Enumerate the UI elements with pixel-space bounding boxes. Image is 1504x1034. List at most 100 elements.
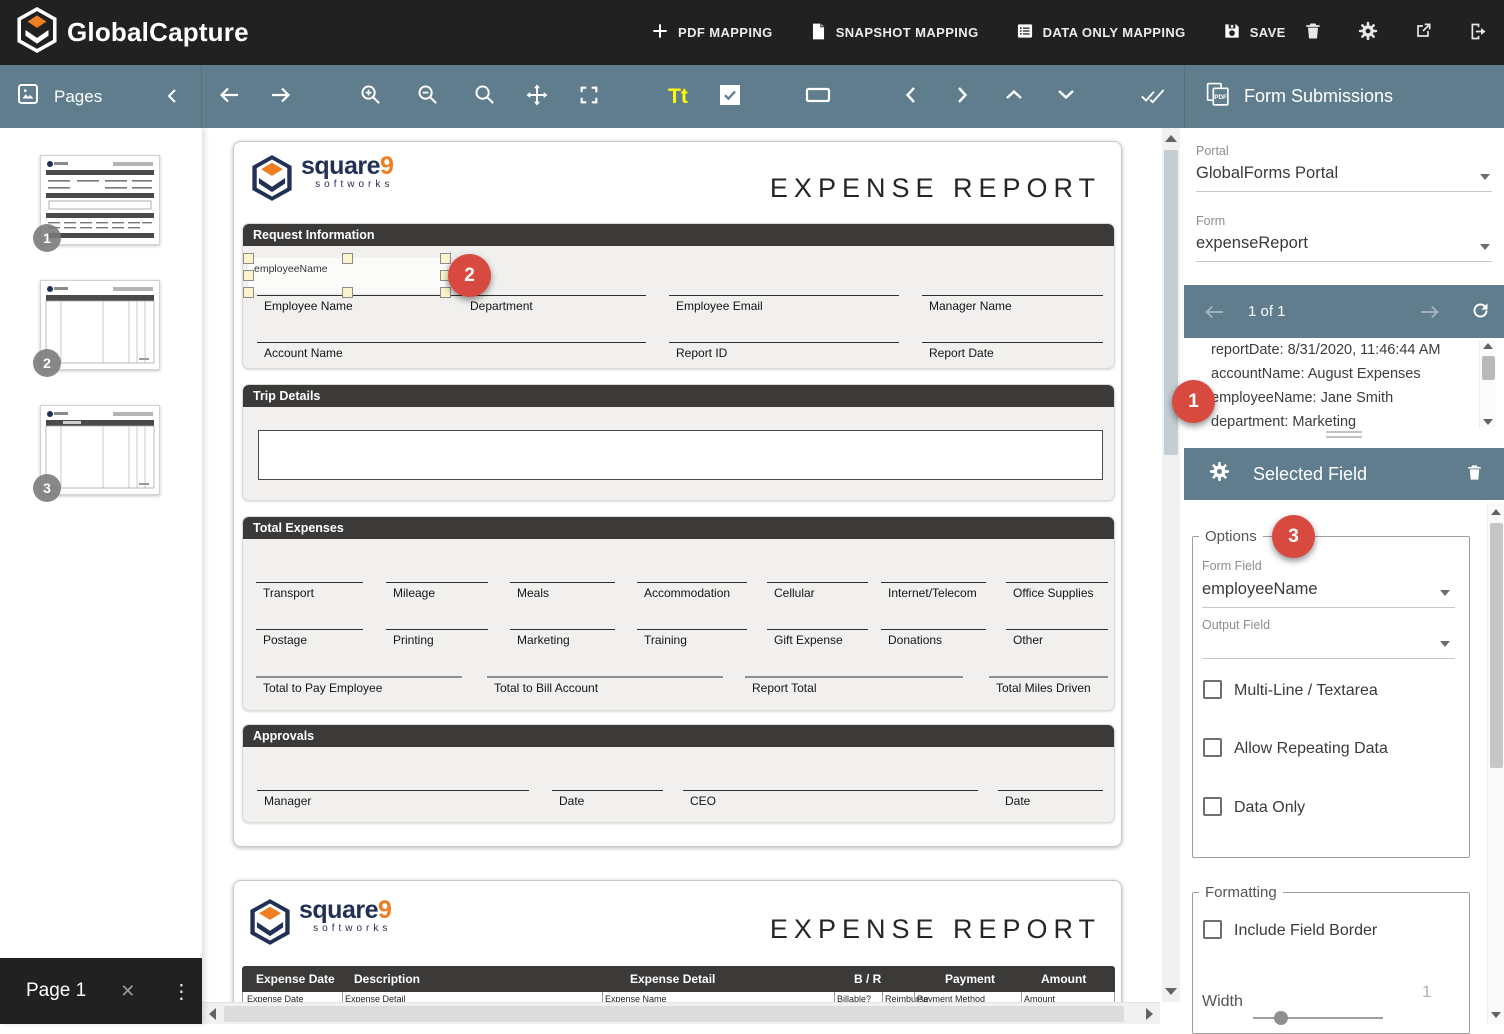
redo-arrow-button[interactable] xyxy=(263,78,299,114)
refresh-button[interactable] xyxy=(1468,300,1492,324)
collapse-pages-button[interactable] xyxy=(154,78,190,114)
manager-date-field: Date xyxy=(552,790,663,808)
settings-button[interactable] xyxy=(1356,21,1380,45)
logout-icon xyxy=(1468,21,1489,45)
resize-handle-w[interactable] xyxy=(243,270,254,281)
prev-field-button[interactable] xyxy=(892,78,928,114)
selected-field-scrollbar[interactable] xyxy=(1487,503,1504,1024)
document-horizontal-scrollbar[interactable] xyxy=(202,1002,1160,1024)
trip-details-textbox[interactable] xyxy=(258,430,1103,480)
checkbox-tool-button[interactable] xyxy=(712,78,748,114)
cellular-field: Cellular xyxy=(767,582,868,600)
rectangle-tool-button[interactable] xyxy=(800,78,836,114)
scroll-thumb[interactable] xyxy=(1482,356,1495,380)
slider-track[interactable] xyxy=(1253,1017,1383,1019)
record-report-date[interactable]: reportDate: 8/31/2020, 11:46:44 AM xyxy=(1184,338,1477,362)
zoom-out-button[interactable] xyxy=(409,78,445,114)
slider-knob[interactable] xyxy=(1274,1011,1288,1025)
apply-all-button[interactable] xyxy=(1135,78,1171,114)
form-select[interactable]: expenseReport xyxy=(1196,234,1308,253)
zoom-in-button[interactable] xyxy=(352,78,388,114)
kebab-menu-icon[interactable]: ⋮ xyxy=(171,979,191,1004)
zoom-in-icon xyxy=(359,83,382,109)
pan-move-button[interactable] xyxy=(519,78,555,114)
selected-field-overlay[interactable]: employeeName xyxy=(248,258,446,293)
transport-field: Transport xyxy=(256,582,363,600)
chevron-down-icon[interactable] xyxy=(1440,590,1450,601)
logo-tagline: softworks xyxy=(301,180,393,190)
pdf-mapping-button[interactable]: PDF MAPPING xyxy=(650,21,773,44)
expense-report-title: EXPENSE REPORT xyxy=(770,173,1101,204)
record-account-name[interactable]: accountName: August Expenses xyxy=(1184,362,1477,386)
prev-submission-button[interactable] xyxy=(1202,300,1226,324)
repeating-data-label: Allow Repeating Data xyxy=(1234,740,1388,758)
scroll-right-arrow[interactable] xyxy=(1146,1008,1153,1020)
text-tool-button[interactable]: Tt xyxy=(660,78,696,114)
app-bar-actions: PDF MAPPING SNAPSHOT MAPPING DATA ONLY M… xyxy=(650,0,1286,65)
page-footer-bar: Page 1 ✕ ⋮ xyxy=(0,958,202,1024)
record-department[interactable]: department: Marketing xyxy=(1184,410,1477,430)
page-thumbnail-3[interactable]: 3 xyxy=(40,405,160,495)
formatting-legend: Formatting xyxy=(1199,884,1283,901)
delete-button[interactable] xyxy=(1301,21,1325,45)
report-date-field: Report Date xyxy=(922,342,1103,360)
search-button[interactable] xyxy=(466,78,502,114)
record-list-scrollbar[interactable] xyxy=(1479,340,1496,428)
save-button[interactable]: SAVE xyxy=(1222,21,1286,44)
close-icon[interactable]: ✕ xyxy=(120,981,135,1002)
scroll-up-arrow[interactable] xyxy=(1483,343,1493,349)
resize-handle-n[interactable] xyxy=(342,253,353,264)
logo-word: square xyxy=(299,896,378,924)
fullscreen-button[interactable] xyxy=(571,78,607,114)
undo-arrow-button[interactable] xyxy=(211,78,247,114)
employee-email-field: Employee Email xyxy=(669,295,899,313)
scroll-down-arrow[interactable] xyxy=(1165,988,1177,995)
gear-icon xyxy=(1357,20,1379,45)
logout-button[interactable] xyxy=(1466,21,1490,45)
move-up-button[interactable] xyxy=(996,78,1032,114)
employee-name-field: Employee Name Department xyxy=(257,295,646,313)
scroll-up-arrow[interactable] xyxy=(1491,509,1501,515)
page-thumbnail-1[interactable]: 1 xyxy=(40,155,160,245)
record-employee-name[interactable]: employeeName: Jane Smith xyxy=(1184,386,1477,410)
repeating-data-checkbox[interactable] xyxy=(1203,738,1222,757)
data-only-mapping-button[interactable]: DATA ONLY MAPPING xyxy=(1015,21,1186,44)
resize-handle-nw[interactable] xyxy=(243,253,254,264)
scroll-down-arrow[interactable] xyxy=(1491,1012,1501,1018)
scroll-left-arrow[interactable] xyxy=(209,1008,216,1020)
portal-select[interactable]: GlobalForms Portal xyxy=(1196,164,1338,183)
form-field-select[interactable]: employeeName xyxy=(1202,580,1318,599)
include-field-border-checkbox[interactable] xyxy=(1203,920,1222,939)
document-page-1: square9 softworks EXPENSE REPORT Request… xyxy=(233,141,1122,847)
total-expenses-section: Total Expenses Transport Mileage Meals A… xyxy=(242,516,1115,711)
scroll-thumb[interactable] xyxy=(1490,523,1503,768)
scroll-up-arrow[interactable] xyxy=(1165,135,1177,142)
next-field-button[interactable] xyxy=(944,78,980,114)
meals-field: Meals xyxy=(510,582,615,600)
chevron-down-icon[interactable] xyxy=(1440,641,1450,652)
page-thumbnail-2[interactable]: 2 xyxy=(40,280,160,370)
horizontal-scroll-thumb[interactable] xyxy=(224,1006,1124,1022)
chevron-down-icon[interactable] xyxy=(1480,244,1490,255)
data-only-checkbox[interactable] xyxy=(1203,797,1222,816)
resize-handle-ne[interactable] xyxy=(440,253,451,264)
chevron-down-icon[interactable] xyxy=(1480,174,1490,185)
delete-field-button[interactable] xyxy=(1462,462,1486,486)
resize-handle-se[interactable] xyxy=(440,287,451,298)
move-down-button[interactable] xyxy=(1048,78,1084,114)
resize-handle-sw[interactable] xyxy=(243,287,254,298)
pages-sidebar: 1 2 3 P xyxy=(0,128,202,1024)
width-slider[interactable] xyxy=(1253,1011,1383,1025)
resize-handle-s[interactable] xyxy=(342,287,353,298)
square9-logo: square9 softworks xyxy=(248,898,391,946)
scroll-down-arrow[interactable] xyxy=(1483,419,1493,425)
open-external-button[interactable] xyxy=(1411,21,1435,45)
document-vertical-scrollbar[interactable] xyxy=(1162,128,1180,1002)
next-submission-button[interactable] xyxy=(1418,300,1442,324)
snapshot-mapping-button[interactable]: SNAPSHOT MAPPING xyxy=(809,21,979,45)
internet-telecom-field: Internet/Telecom xyxy=(881,582,986,600)
submission-record-list[interactable]: reportDate: 8/31/2020, 11:46:44 AM accou… xyxy=(1184,338,1477,430)
panel-resize-handle[interactable] xyxy=(1326,431,1362,441)
multiline-checkbox[interactable] xyxy=(1203,680,1222,699)
section-header: Trip Details xyxy=(243,385,1114,407)
